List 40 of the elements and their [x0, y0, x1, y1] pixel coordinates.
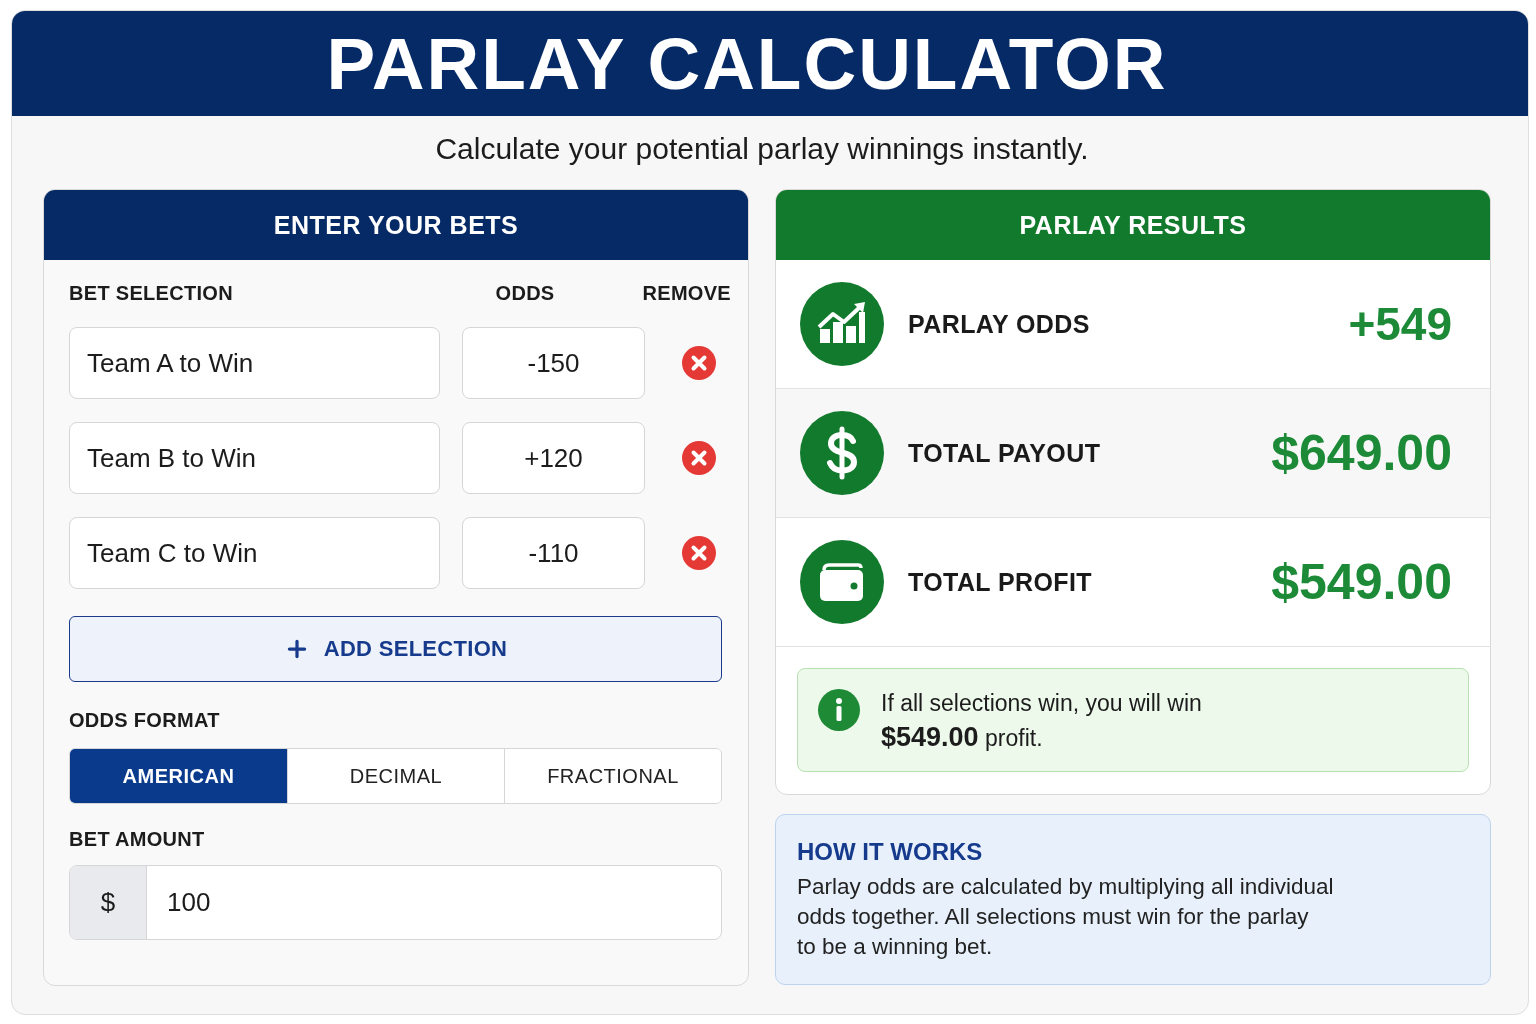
result-label: TOTAL PAYOUT — [908, 438, 1101, 468]
result-label: TOTAL PROFIT — [908, 567, 1092, 597]
how-it-works-title: HOW IT WORKS — [797, 838, 984, 866]
odds-input[interactable]: -110 — [462, 517, 645, 589]
odds-format-option[interactable]: FRACTIONAL — [504, 749, 721, 803]
page-subtitle: Calculate your potential parlay winnings instantly. — [435, 132, 1090, 166]
column-heading: ODDS — [495, 281, 555, 305]
odds-format-label: ODDS FORMAT — [69, 708, 220, 732]
odds-input[interactable]: -150 — [462, 327, 645, 399]
x-circle-icon — [682, 536, 716, 570]
total-profit-value: $549.00 — [1271, 553, 1452, 611]
add-selection-button[interactable]: ADD SELECTION — [69, 616, 722, 682]
column-heading: REMOVE — [642, 281, 731, 305]
remove-button[interactable] — [680, 534, 718, 572]
currency-prefix: $ — [70, 866, 147, 939]
bar-chart-icon — [800, 282, 884, 366]
dollar-icon — [800, 411, 884, 495]
amount-value[interactable]: 100 — [147, 866, 721, 939]
result-label: PARLAY ODDS — [908, 309, 1090, 339]
how-it-works-text: Parlay odds are calculated by multiplying all individual odds together. All selections must win for the parlay to be a winning bet. — [797, 873, 1335, 961]
selection-input[interactable]: Team C to Win — [69, 517, 440, 589]
bet-amount-input[interactable]: $ 100 — [69, 865, 722, 940]
total-payout-value: $649.00 — [1271, 424, 1452, 482]
x-circle-icon — [682, 441, 716, 475]
bet-amount-label: BET AMOUNT — [69, 827, 205, 851]
selection-input[interactable]: Team A to Win — [69, 327, 440, 399]
remove-button[interactable] — [680, 344, 718, 382]
parlay-odds-value: +549 — [1348, 297, 1452, 351]
panel-title: PARLAY RESULTS — [776, 190, 1490, 260]
column-heading: BET SELECTION — [69, 281, 233, 305]
wallet-icon — [800, 540, 884, 624]
odds-format-option[interactable]: AMERICAN — [70, 749, 287, 803]
x-circle-icon — [682, 346, 716, 380]
selection-input[interactable]: Team B to Win — [69, 422, 440, 494]
info-icon — [818, 689, 860, 731]
odds-input[interactable]: +120 — [462, 422, 645, 494]
summary-text: If all selections win, you will win $549.00 profit. — [881, 689, 1203, 754]
remove-button[interactable] — [680, 439, 718, 477]
panel-title: ENTER YOUR BETS — [44, 190, 748, 260]
page-title: PARLAY CALCULATOR — [326, 27, 1168, 100]
